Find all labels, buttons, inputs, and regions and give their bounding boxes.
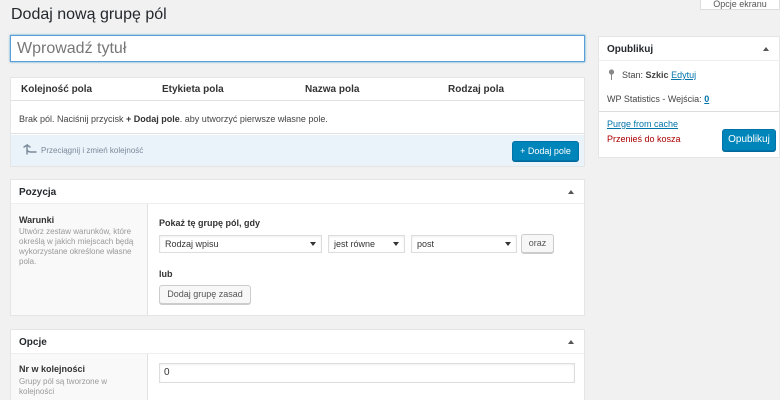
- status-edit-link[interactable]: Edytuj: [671, 70, 696, 80]
- and-button[interactable]: oraz: [521, 234, 554, 253]
- or-label: lub: [159, 269, 173, 279]
- publish-button[interactable]: Opublikuj: [722, 129, 776, 151]
- column-field-label: Etykieta pola: [162, 84, 224, 95]
- fields-table: Kolejność pola Etykieta pola Nazwa pola …: [10, 77, 585, 167]
- location-box-header[interactable]: Pozycja: [11, 180, 584, 204]
- purge-cache-link[interactable]: Purge from cache: [607, 119, 678, 129]
- title-input[interactable]: Wprowadź tytuł: [10, 35, 585, 62]
- reorder-arrow-icon: [23, 143, 37, 155]
- move-to-trash-link[interactable]: Przenieś do kosza: [607, 134, 681, 144]
- publish-title: Opublikuj: [607, 44, 654, 55]
- pin-icon: [608, 69, 615, 80]
- add-rule-group-button[interactable]: Dodaj grupę zasad: [159, 285, 251, 304]
- location-box: Pozycja Warunki Utwórz zestaw warunków, …: [10, 179, 585, 316]
- fields-empty-row: Brak pól. Naciśnij przycisk + Dodaj pole…: [11, 101, 584, 134]
- location-title: Pozycja: [19, 187, 57, 198]
- rule-value-select[interactable]: post: [411, 235, 517, 253]
- show-if-label: Pokaż tę grupę pól, gdy: [159, 218, 261, 228]
- rules-label-column: Warunki Utwórz zestaw warunków, które ok…: [11, 204, 148, 315]
- publish-box: Opublikuj Stan: Szkic Edytuj WP Statisti…: [598, 36, 780, 158]
- status-value: Szkic: [645, 70, 669, 80]
- column-field-name: Nazwa pola: [305, 84, 360, 95]
- add-field-button[interactable]: + Dodaj pole: [512, 141, 579, 161]
- options-box: Opcje Nr w kolejności Grupy pól są tworz…: [10, 329, 585, 400]
- order-label: Nr w kolejności: [19, 364, 86, 374]
- rules-description: Utwórz zestaw warunków, które określą w …: [19, 227, 134, 266]
- column-field-order: Kolejność pola: [21, 84, 93, 95]
- order-label-column: Nr w kolejności Grupy pól są tworzone w …: [11, 354, 148, 400]
- publish-box-header[interactable]: Opublikuj: [599, 37, 779, 61]
- fields-table-footer: Przeciągnij i zmień kolejność + Dodaj po…: [11, 135, 584, 166]
- publish-divider: [599, 111, 779, 112]
- chevron-down-icon: [393, 242, 399, 246]
- fields-table-header: Kolejność pola Etykieta pola Nazwa pola …: [11, 78, 584, 101]
- screen-options-tab[interactable]: Opcje ekranu: [700, 0, 780, 10]
- reorder-hint: Przeciągnij i zmień kolejność: [41, 146, 144, 155]
- order-number-input[interactable]: 0: [159, 363, 575, 383]
- options-title: Opcje: [19, 337, 47, 348]
- collapse-arrow-icon[interactable]: [568, 190, 574, 194]
- column-field-type: Rodzaj pola: [448, 84, 505, 95]
- page-title: Dodaj nową grupę pól: [11, 6, 167, 23]
- order-description: Grupy pól są tworzone w kolejności: [19, 377, 108, 396]
- empty-message: Brak pól. Naciśnij przycisk + Dodaj pole…: [19, 114, 328, 124]
- collapse-arrow-icon[interactable]: [763, 47, 769, 51]
- wp-statistics-row: WP Statistics - Wejścia: 0: [607, 94, 710, 104]
- rule-param-select[interactable]: Rodzaj wpisu: [159, 235, 322, 253]
- rule-operator-select[interactable]: jest równe: [328, 235, 405, 253]
- rules-label: Warunki: [19, 215, 55, 225]
- options-box-header[interactable]: Opcje: [11, 330, 584, 354]
- chevron-down-icon: [310, 242, 316, 246]
- chevron-down-icon: [505, 242, 511, 246]
- status-row: Stan: Szkic Edytuj: [622, 70, 697, 80]
- wp-statistics-count[interactable]: 0: [704, 94, 709, 104]
- collapse-arrow-icon[interactable]: [568, 340, 574, 344]
